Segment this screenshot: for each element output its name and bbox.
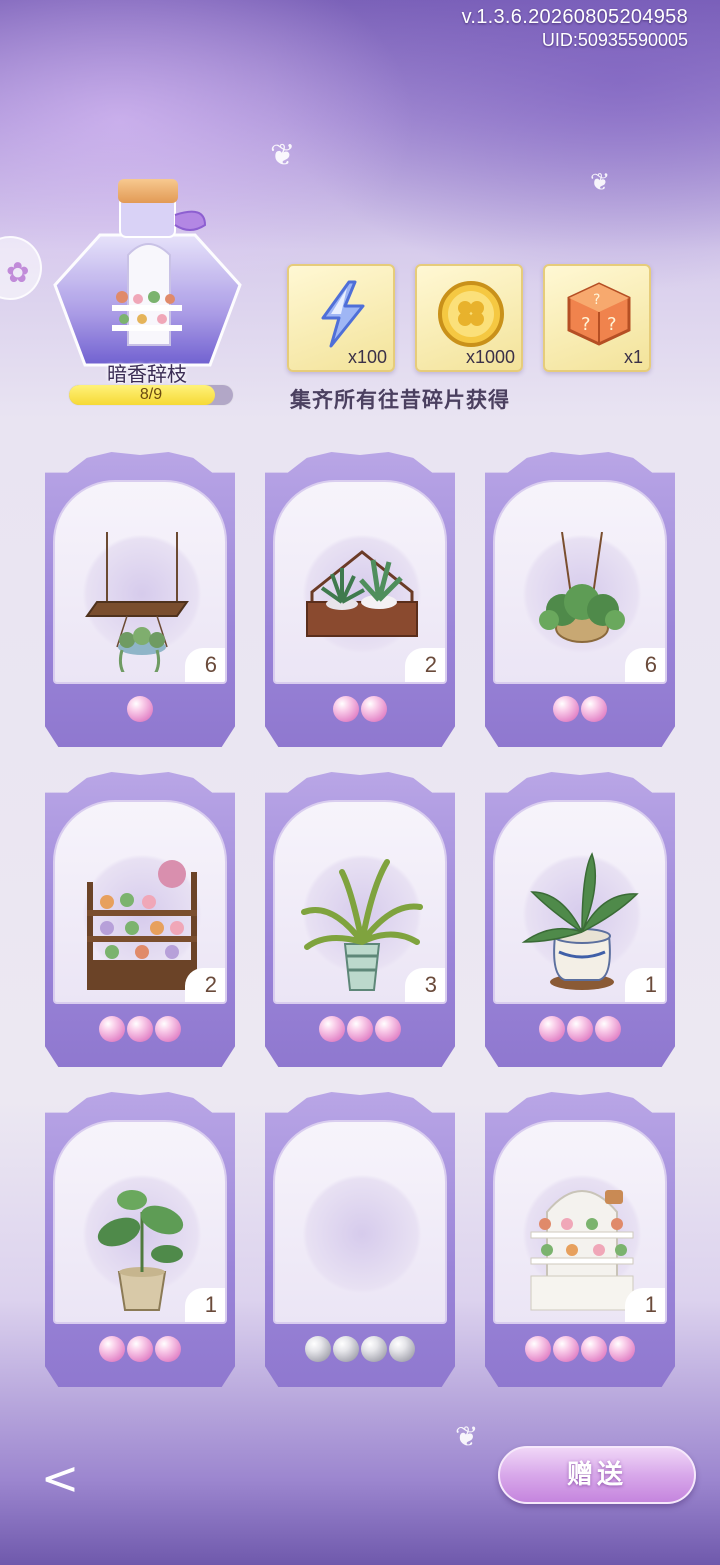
flower-cabinet-illustration <box>517 1172 647 1312</box>
hanging-fern-basket-illustration <box>517 531 647 672</box>
pearl-icon <box>99 1016 125 1042</box>
pearl-icon <box>567 1016 593 1042</box>
svg-text:?: ? <box>607 314 617 335</box>
pearl-icon <box>127 696 153 722</box>
reward-qty: x100 <box>347 347 387 367</box>
reward-mystery-box[interactable]: ? ? ? x1 <box>543 264 651 372</box>
rarity-pearls <box>265 1016 455 1046</box>
pearl-icon <box>319 1016 345 1042</box>
svg-text:?: ? <box>581 314 591 335</box>
fragment-card-striped-vase-plant[interactable]: 3 <box>265 772 455 1067</box>
uid-text: UID:50935590005 <box>541 30 688 50</box>
pearl-icon <box>609 1336 635 1362</box>
card-inner: 6 <box>493 480 667 684</box>
rarity-pearls <box>485 696 675 726</box>
rarity-pearls <box>45 1336 235 1366</box>
svg-text:?: ? <box>593 292 600 308</box>
collection-progress-text: 8/9 <box>139 386 163 403</box>
card-inner: 3 <box>273 800 447 1004</box>
pearl-icon <box>333 696 359 722</box>
fragment-count: 6 <box>625 648 665 682</box>
pearl-icon <box>155 1016 181 1042</box>
pearl-icon <box>99 1336 125 1362</box>
bottle-icon <box>53 179 242 367</box>
reward-qty: x1000 <box>465 347 515 367</box>
pearl-icon <box>539 1016 565 1042</box>
rarity-pearls <box>45 1016 235 1046</box>
fragment-count: 1 <box>625 968 665 1002</box>
pearl-icon <box>127 1016 153 1042</box>
rarity-pearls <box>485 1336 675 1366</box>
butterfly-decoration: ❦ <box>455 1420 479 1453</box>
reward-qty: x1 <box>623 347 643 367</box>
fragment-count: 2 <box>405 648 445 682</box>
card-inner: 2 <box>53 800 227 1004</box>
rarity-pearls <box>265 696 455 726</box>
fragment-card-empty-slot[interactable] <box>265 1092 455 1387</box>
pearl-icon <box>361 696 387 722</box>
butterfly-decoration: ❦ <box>270 138 296 173</box>
pearl-icon <box>553 1336 579 1362</box>
fragment-card-flower-cabinet[interactable]: 1 <box>485 1092 675 1387</box>
pearl-icon <box>305 1336 331 1362</box>
fragment-card-porcelain-pot-plant[interactable]: 1 <box>485 772 675 1067</box>
hanging-planter-illustration <box>77 532 207 675</box>
side-menu-button[interactable]: ✿ <box>0 236 42 300</box>
empty-slot-illustration <box>297 1172 427 1312</box>
pearl-icon <box>155 1336 181 1362</box>
butterfly-decoration: ❦ <box>590 168 611 196</box>
pearl-icon <box>127 1336 153 1362</box>
pearl-icon <box>581 1336 607 1362</box>
flower-shelf-illustration <box>77 852 207 992</box>
card-inner: 1 <box>53 1120 227 1324</box>
card-inner: 1 <box>493 1120 667 1324</box>
fragment-count: 6 <box>185 648 225 682</box>
fragment-card-hanging-planter[interactable]: 6 <box>45 452 235 747</box>
reward-gold-coin[interactable]: x1000 <box>415 264 523 372</box>
reward-caption: 集齐所有往昔碎片获得 <box>290 388 510 412</box>
porcelain-pot-plant-illustration <box>517 852 647 992</box>
card-inner <box>273 1120 447 1324</box>
gold-coin-icon <box>438 281 504 347</box>
striped-vase-plant-illustration <box>297 852 427 992</box>
monstera-pot-illustration <box>77 1172 207 1312</box>
pearl-icon <box>553 696 579 722</box>
lightning-icon <box>321 280 365 348</box>
card-inner: 2 <box>273 480 447 684</box>
fragment-count: 2 <box>185 968 225 1002</box>
pearl-icon <box>525 1336 551 1362</box>
fragment-count: 1 <box>625 1288 665 1322</box>
card-inner: 1 <box>493 800 667 1004</box>
pearl-icon <box>581 696 607 722</box>
collection-bottle[interactable] <box>50 175 245 375</box>
mystery-box-icon: ? ? ? <box>567 282 631 346</box>
rarity-pearls <box>265 1336 455 1366</box>
fragment-count: 3 <box>405 968 445 1002</box>
fragment-count: 1 <box>185 1288 225 1322</box>
fragment-card-monstera-pot[interactable]: 1 <box>45 1092 235 1387</box>
version-text: v.1.3.6.20260805204958 <box>461 6 688 28</box>
gift-button[interactable]: 赠送 <box>498 1446 696 1504</box>
chevron-left-icon: < <box>40 1451 80 1505</box>
pearl-icon <box>347 1016 373 1042</box>
collection-name: 暗香辞枝 <box>107 362 187 386</box>
petal-icon: ✿ <box>6 256 30 289</box>
pearl-icon <box>333 1336 359 1362</box>
rarity-pearls <box>45 696 235 726</box>
terrarium-planter-illustration <box>297 532 427 672</box>
pearl-icon <box>361 1336 387 1362</box>
fragment-card-hanging-fern-basket[interactable]: 6 <box>485 452 675 747</box>
back-button[interactable]: < <box>32 1446 88 1510</box>
fragment-card-flower-shelf[interactable]: 2 <box>45 772 235 1067</box>
card-inner: 6 <box>53 480 227 684</box>
pearl-icon <box>389 1336 415 1362</box>
fragment-card-terrarium-planter[interactable]: 2 <box>265 452 455 747</box>
rarity-pearls <box>485 1016 675 1046</box>
pearl-icon <box>595 1016 621 1042</box>
reward-lightning[interactable]: x100 <box>287 264 395 372</box>
pearl-icon <box>375 1016 401 1042</box>
build-info: v.1.3.6.20260805204958 UID:50935590005 <box>462 6 688 51</box>
